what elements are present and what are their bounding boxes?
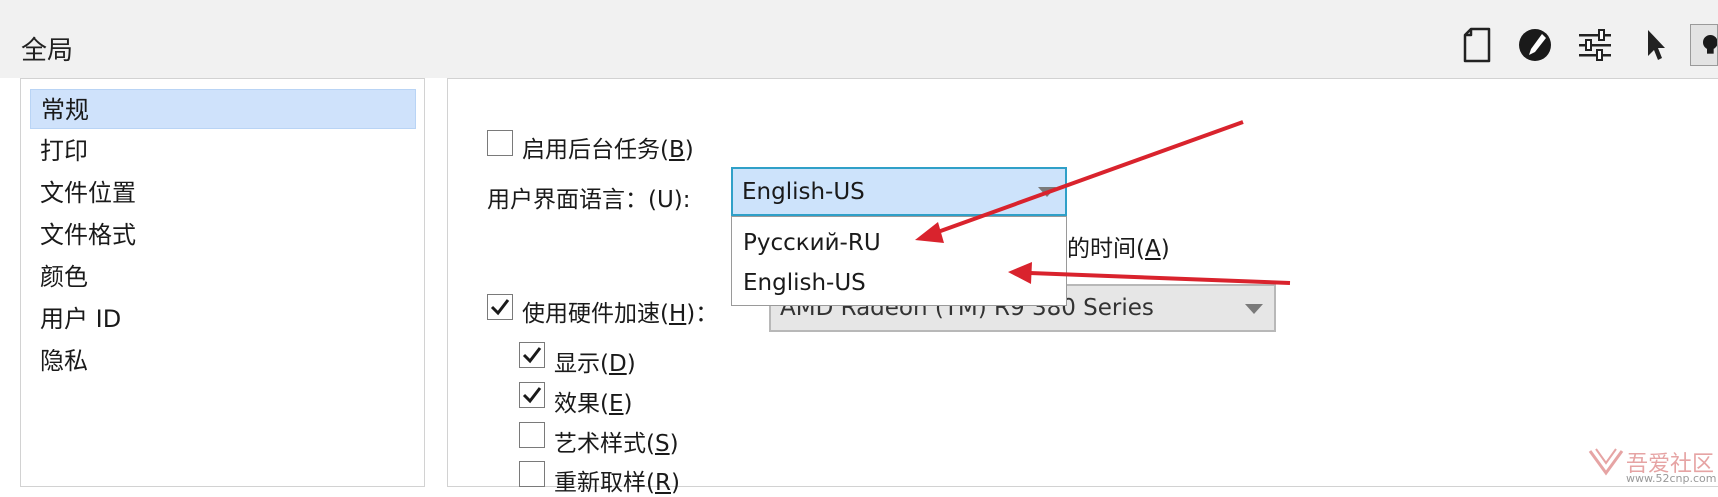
annotation-arrowhead-lower <box>1008 262 1032 284</box>
annotation-arrow-lower <box>1029 271 1291 285</box>
annotation-arrowhead-upper <box>915 222 944 243</box>
watermark-url: www.52cnp.com <box>1626 472 1717 485</box>
annotation-arrow-upper <box>934 120 1244 235</box>
annotation-arrows <box>915 120 1291 285</box>
